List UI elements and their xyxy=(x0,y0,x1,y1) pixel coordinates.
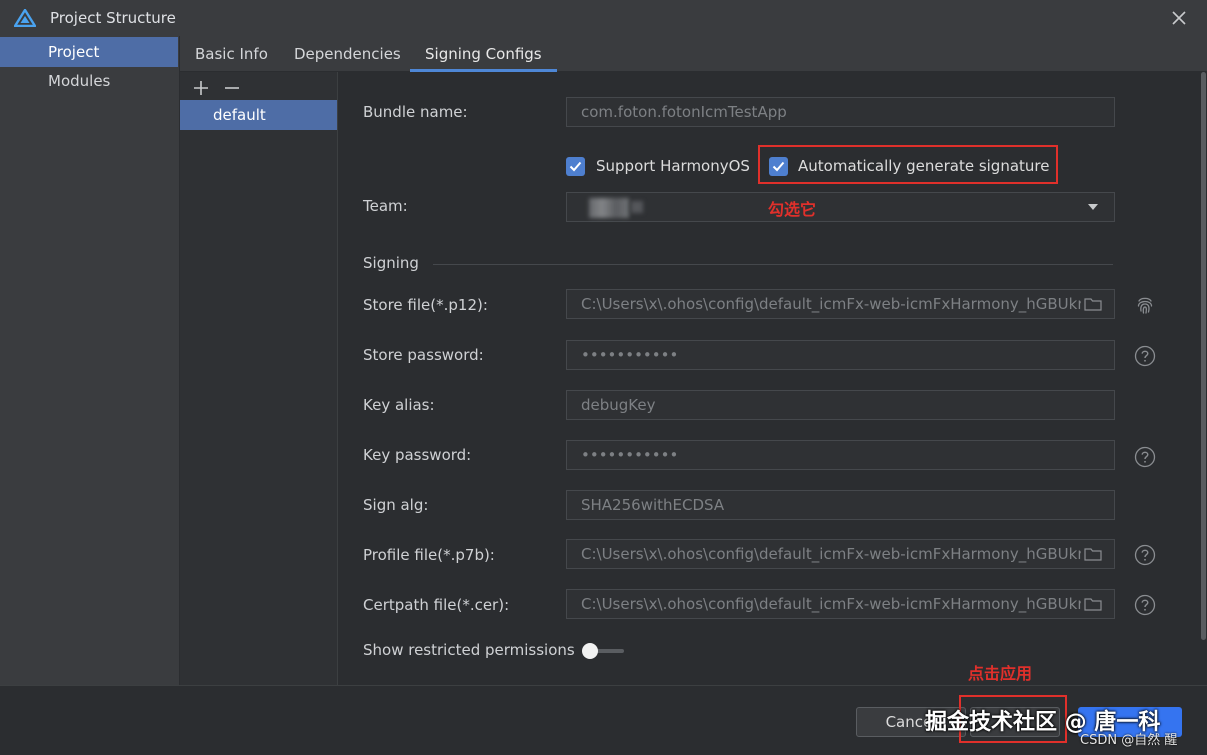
help-icon[interactable] xyxy=(1134,345,1156,367)
store-password-value: ••••••••••• xyxy=(581,346,679,364)
store-password-label: Store password: xyxy=(363,346,484,364)
team-select[interactable] xyxy=(566,192,1115,222)
annotation-box-auto-sign xyxy=(758,145,1058,184)
redacted-team-name-tail xyxy=(631,201,643,213)
key-password-label: Key password: xyxy=(363,446,472,464)
sign-alg-label: Sign alg: xyxy=(363,496,429,514)
store-file-value: C:\Users\x\.ohos\config\default_icmFx-we… xyxy=(581,295,1081,313)
sign-alg-value: SHA256withECDSA xyxy=(581,496,725,514)
folder-icon[interactable] xyxy=(1084,597,1102,611)
app-logo-icon xyxy=(14,9,36,27)
key-password-field[interactable]: ••••••••••• xyxy=(566,440,1115,470)
nav-item-modules[interactable]: Modules xyxy=(0,66,178,96)
key-alias-field[interactable]: debugKey xyxy=(566,390,1115,420)
left-nav: Project Modules xyxy=(0,36,180,685)
folder-icon[interactable] xyxy=(1084,297,1102,311)
check-icon xyxy=(569,161,582,172)
remove-icon[interactable] xyxy=(222,78,242,98)
key-password-value: ••••••••••• xyxy=(581,446,679,464)
profile-file-value: C:\Users\x\.ohos\config\default_icmFx-we… xyxy=(581,545,1081,563)
folder-icon[interactable] xyxy=(1084,547,1102,561)
certpath-file-value: C:\Users\x\.ohos\config\default_icmFx-we… xyxy=(581,595,1081,613)
profile-file-field[interactable]: C:\Users\x\.ohos\config\default_icmFx-we… xyxy=(566,539,1115,569)
watermark-sub: CSDN @自然 醒 xyxy=(1080,733,1178,748)
profile-file-label: Profile file(*.p7b): xyxy=(363,546,495,564)
bundle-name-field[interactable]: com.foton.fotonIcmTestApp xyxy=(566,97,1115,127)
help-icon[interactable] xyxy=(1134,446,1156,468)
annotation-check-it: 勾选它 xyxy=(768,200,817,219)
toggle-knob xyxy=(582,643,598,659)
restricted-permissions-toggle[interactable] xyxy=(582,643,626,659)
store-file-label: Store file(*.p12): xyxy=(363,296,488,314)
tab-signing-configs[interactable]: Signing Configs xyxy=(410,36,557,72)
sign-alg-field[interactable]: SHA256withECDSA xyxy=(566,490,1115,520)
help-icon[interactable] xyxy=(1134,544,1156,566)
tab-dependencies[interactable]: Dependencies xyxy=(294,36,401,72)
annotation-click-apply: 点击应用 xyxy=(968,664,1033,683)
tab-basic-info[interactable]: Basic Info xyxy=(195,36,268,72)
support-harmonyos-label: Support HarmonyOS xyxy=(596,157,750,175)
fingerprint-icon[interactable] xyxy=(1134,294,1156,316)
title-bar: Project Structure xyxy=(0,0,1207,36)
team-label: Team: xyxy=(363,197,408,215)
vertical-scrollbar[interactable] xyxy=(1200,72,1207,685)
window-title: Project Structure xyxy=(50,9,176,27)
close-icon[interactable] xyxy=(1169,8,1189,28)
certpath-file-label: Certpath file(*.cer): xyxy=(363,596,510,614)
section-divider xyxy=(433,264,1113,265)
signing-config-list: default xyxy=(180,72,338,685)
restricted-permissions-label: Show restricted permissions xyxy=(363,641,575,659)
key-alias-value: debugKey xyxy=(581,396,656,414)
store-file-field[interactable]: C:\Users\x\.ohos\config\default_icmFx-we… xyxy=(566,289,1115,319)
support-harmonyos-checkbox[interactable] xyxy=(566,157,585,176)
signing-section-title: Signing xyxy=(363,254,419,272)
chevron-down-icon xyxy=(1088,204,1098,210)
nav-item-project[interactable]: Project xyxy=(0,37,178,67)
tab-bar: Basic Info Dependencies Signing Configs xyxy=(180,36,1207,72)
help-icon[interactable] xyxy=(1134,594,1156,616)
store-password-field[interactable]: ••••••••••• xyxy=(566,340,1115,370)
add-icon[interactable] xyxy=(191,78,211,98)
scrollbar-thumb[interactable] xyxy=(1201,72,1206,640)
key-alias-label: Key alias: xyxy=(363,396,435,414)
redacted-team-name xyxy=(589,198,629,218)
bundle-name-value: com.foton.fotonIcmTestApp xyxy=(581,103,787,121)
config-item-default[interactable]: default xyxy=(180,100,337,130)
certpath-file-field[interactable]: C:\Users\x\.ohos\config\default_icmFx-we… xyxy=(566,589,1115,619)
bundle-name-label: Bundle name: xyxy=(363,103,468,121)
